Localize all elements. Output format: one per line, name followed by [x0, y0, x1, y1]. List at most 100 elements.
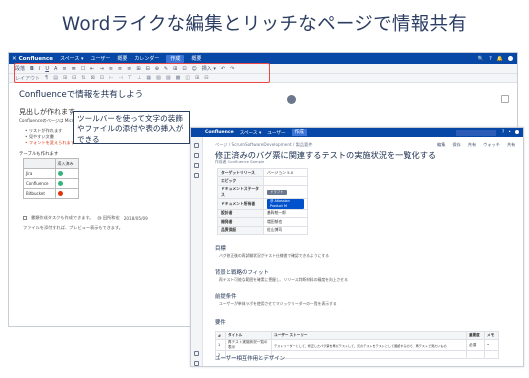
nav-users[interactable]: ユーザー [90, 55, 110, 62]
table-cell: 再テスト実施状況一覧の表示 [225, 339, 272, 351]
property-value: 増田郁也 [263, 217, 308, 227]
table-row: ターゲットリリース バージョン 5.0 [217, 167, 308, 178]
status-table: 導入済み Jira Confluence Bitbucket [23, 158, 80, 199]
table-row: エピック [217, 176, 308, 186]
attachment-note[interactable]: ファイルを添付すれば、プレビュー表示もできます。 [23, 225, 123, 231]
property-value: 佐山博司 [263, 225, 308, 235]
table-cell[interactable]: Confluence [23, 178, 56, 189]
task-text[interactable]: 書類作成タスクも作成できます。 [31, 215, 93, 221]
table-header: 導入済み [54, 158, 80, 169]
toolbar-callout: ツールバーを使って文字の装飾やファイルの添付や表の挿入ができる [73, 111, 190, 144]
property-key: 品質保証 [217, 225, 264, 235]
table-cell[interactable]: Jira [23, 168, 56, 179]
view-create-button[interactable]: 作成 [291, 129, 307, 136]
table-row: 開発者 増田郁也 [217, 217, 308, 227]
property-key: ターゲットリリース [217, 167, 264, 178]
edit-action[interactable]: 編集 [437, 142, 445, 148]
nav-extra[interactable]: 概要 [191, 55, 201, 62]
headline: Wordライクな編集とリッチなページで情報共有 [61, 14, 468, 35]
section-text: ユーザーが単体ラボを使用させてマジックリーダーの一覧を表示する [219, 301, 337, 306]
page-title[interactable]: Confluenceで情報を共有しよう [19, 88, 143, 100]
table-cell: • [484, 339, 499, 351]
table-cell[interactable] [54, 168, 80, 179]
page-actions: 編集 保存 共有 ウォッチ 共有 [437, 142, 515, 148]
editor-side-icon[interactable] [501, 95, 509, 103]
sidebar-pages-icon[interactable] [194, 153, 199, 158]
table-caption[interactable]: テーブルも作れます [19, 151, 58, 157]
view-logo[interactable]: Confluence [205, 130, 234, 135]
column-header: ユーザー ストーリー [271, 331, 467, 340]
view-nav-users[interactable]: ユーザー [267, 130, 285, 136]
list-item[interactable]: • フォントを変えられます [25, 140, 75, 146]
view-avatar[interactable] [515, 130, 519, 134]
table-row: 品質保証 佐山博司 [217, 225, 308, 235]
view-nav-spaces[interactable]: スペース ▾ [240, 130, 262, 136]
share-action-2[interactable]: 共有 [507, 142, 515, 148]
search-icon[interactable]: 🔍 [478, 56, 484, 62]
create-button[interactable]: 作成 [166, 54, 185, 63]
property-key: ドキュメント所有者 [217, 197, 264, 210]
table-cell [484, 350, 499, 359]
check-icon [57, 170, 63, 176]
save-action[interactable]: 保存 [452, 142, 460, 148]
table-cell: 1 [215, 339, 226, 351]
section-heading: ユーザー相互作用とデザイン [215, 356, 285, 362]
view-help-icon[interactable]: ? [502, 130, 504, 135]
sidebar-collapse-icon[interactable] [194, 361, 199, 366]
cross-icon [57, 190, 63, 196]
table-cell [466, 350, 485, 359]
sidebar-home-icon[interactable] [194, 143, 199, 148]
watch-action[interactable]: ウォッチ [483, 142, 500, 148]
task-checkbox[interactable] [23, 216, 27, 220]
user-avatar[interactable] [508, 56, 513, 61]
page-meta: 作成者 Confluence Sample [215, 159, 265, 164]
bullet-list: • リストが作れます • 見やすい文書 • フォントを変えられます [25, 128, 75, 146]
task-date[interactable]: 2018/05/09 [124, 216, 148, 221]
table-row: 1 再テスト実施状況一覧の表示 テストリーダーとして、修正したバグ票を再びテスト… [215, 339, 499, 351]
view-bell-icon[interactable]: • [508, 130, 511, 135]
property-value: 基幹統一郎 [263, 208, 308, 219]
notification-icon[interactable]: 🔔 [497, 56, 503, 62]
heading-text[interactable]: 見出しが作れます [19, 107, 75, 117]
task-mention[interactable]: @ 田所和宏 [97, 215, 119, 221]
table-row: ドキュメント所有者 @ Atlassian Product M [217, 197, 308, 210]
task-item: 書類作成タスクも作成できます。 @ 田所和宏 2018/05/09 [23, 215, 148, 221]
page-view-window: Confluence スペース ▾ ユーザー 作成 ? • ページ / Scru… [190, 127, 524, 367]
owner-mention[interactable]: @ Atlassian Product M [267, 198, 304, 209]
list-item-text: フォントを変えられます [28, 140, 75, 145]
requirements-heading: 要件 [215, 320, 226, 326]
table-cell: 必須 [466, 339, 485, 351]
table-cell[interactable] [54, 188, 80, 199]
property-value [263, 176, 308, 186]
section-heading: 背景と戦略のフィット [215, 270, 269, 276]
nav-calendar[interactable]: カレンダー [134, 55, 159, 62]
property-key: 設計者 [217, 208, 264, 219]
confluence-logo[interactable]: ✕ Confluence [12, 56, 53, 62]
table-cell [271, 350, 467, 359]
table-cell[interactable]: Bitbucket [23, 188, 56, 199]
sidebar-shortcut-icon[interactable] [194, 173, 199, 178]
table-cell[interactable] [54, 178, 80, 189]
table-row: Confluence [23, 178, 80, 189]
column-header: タイトル [225, 331, 272, 340]
editor-avatar [287, 95, 296, 104]
breadcrumb[interactable]: ページ / ScrumSoftwareDevelopment / 製品要件 [215, 142, 312, 148]
share-action[interactable]: 共有 [468, 142, 476, 148]
column-header: 重要度 [466, 331, 485, 340]
section-text: 再テスト可能な範囲を確実に把握し、リリース判断材料の精度を向上させる [219, 277, 348, 282]
table-cell: テストリーダーとして、修正したバグ票を再びテストして、元のテストをテストとして確… [271, 339, 467, 351]
column-header: # [215, 331, 226, 340]
list-item-text: リストが作れます [28, 128, 63, 133]
section-heading: 前提条件 [215, 294, 237, 300]
sidebar-settings-icon[interactable] [194, 351, 199, 356]
table-row: ドキュメントステータス ドラフト [217, 184, 308, 199]
view-top-nav: Confluence スペース ▾ ユーザー 作成 ? • [191, 128, 523, 137]
table-row: 設計者 基幹統一郎 [217, 208, 308, 219]
check-icon [57, 180, 63, 186]
help-icon[interactable]: ? [489, 56, 492, 62]
properties-table: ターゲットリリース バージョン 5.0 エピック ドキュメントステータス ドラフト … [217, 167, 308, 235]
sidebar-blog-icon[interactable] [194, 163, 199, 168]
view-search-input[interactable] [455, 129, 496, 136]
nav-spaces[interactable]: スペース ▾ [60, 55, 84, 62]
nav-overview[interactable]: 概要 [117, 55, 127, 62]
